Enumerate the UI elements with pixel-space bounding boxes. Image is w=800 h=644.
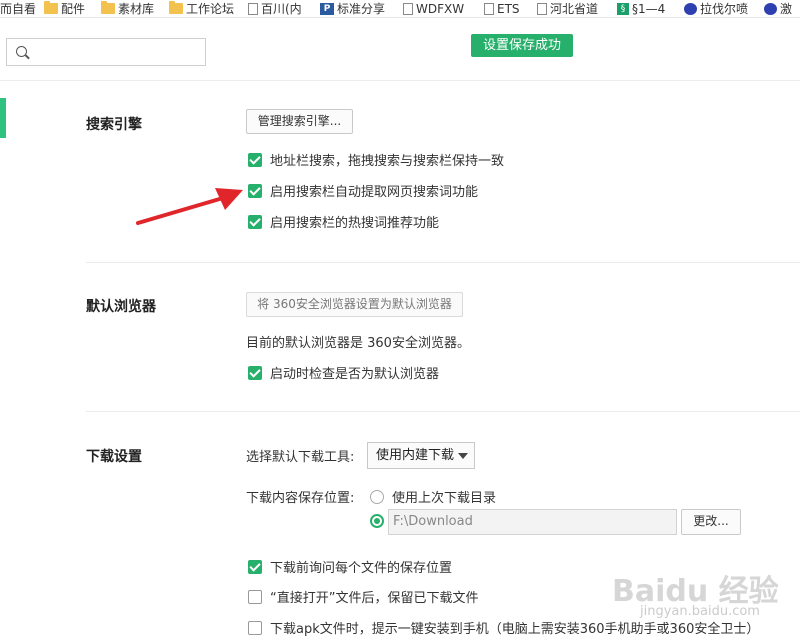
option-ask-save-location[interactable]: 下载前询问每个文件的保存位置 [248,557,452,576]
bookmark-item[interactable]: 拉伐尔喷 [684,0,748,17]
bookmark-label: 配件 [61,2,86,16]
option-auto-extract-search-terms[interactable]: 启用搜索栏自动提取网页搜索词功能 [248,181,478,200]
download-tool-label: 选择默认下载工具: [246,450,355,465]
paw-icon [764,2,777,15]
checkbox-checked[interactable] [248,365,262,380]
bookmark-label: 拉伐尔喷 [700,2,749,16]
baidu-watermark-url: jingyan.baidu.com [640,604,760,619]
download-location-label: 下载内容保存位置: [246,491,355,506]
default-browser-status: 目前的默认浏览器是 360安全浏览器。 [246,336,470,351]
paw-icon [684,2,697,15]
annotation-arrow-icon [136,188,243,225]
bookmark-item[interactable]: 百川(内 [248,0,302,17]
change-path-button[interactable]: 更改... [681,509,741,535]
bookmark-label: 而自看 [0,2,37,16]
option-address-bar-search[interactable]: 地址栏搜索，拖拽搜索与搜索栏保持一致 [248,150,504,169]
download-path-input[interactable]: F:\Download [388,509,677,535]
page-icon [248,2,258,15]
download-tool-select[interactable]: 使用内建下载 [367,442,475,469]
settings-search-input[interactable] [6,38,206,66]
folder-icon [101,1,115,14]
section-divider [86,262,800,263]
bookmark-label: ETS [497,1,520,16]
bookmark-item[interactable]: 素材库 [101,0,154,17]
section-title-download: 下载设置 [86,449,142,465]
folder-icon [169,1,183,14]
option-label: 启用搜索栏自动提取网页搜索词功能 [270,185,479,200]
option-keep-opened-files[interactable]: “直接打开”文件后，保留已下载文件 [248,587,478,606]
checkbox-checked[interactable] [248,183,262,198]
bookmark-label: 标准分享 [337,2,386,16]
option-label: 下载apk文件时，提示一键安装到手机（电脑上需安装360手机助手或360安全卫士… [270,622,760,637]
section-divider [86,411,800,412]
checkbox-unchecked[interactable] [248,620,262,635]
bookmark-item[interactable]: 激 [764,0,792,17]
option-hot-search-recommend[interactable]: 启用搜索栏的热搜词推荐功能 [248,212,439,231]
chevron-down-icon [458,453,468,459]
option-label: 启动时检查是否为默认浏览器 [270,367,440,382]
option-apk-install-prompt[interactable]: 下载apk文件时，提示一键安装到手机（电脑上需安装360手机助手或360安全卫士… [248,618,759,637]
select-value: 使用内建下载 [376,448,455,463]
header-divider [0,80,800,81]
bookmark-item[interactable]: ETS [484,0,520,17]
option-check-default-on-start[interactable]: 启动时检查是否为默认浏览器 [248,363,439,382]
nav-active-indicator [0,98,6,138]
bookmark-item[interactable]: 工作论坛 [169,0,234,17]
logo-icon: P [320,2,334,15]
bookmark-item[interactable]: 配件 [44,0,85,17]
page-icon [403,2,413,15]
search-icon [16,46,27,57]
checkbox-checked[interactable] [248,559,262,574]
bookmark-item[interactable]: 而自看 [0,0,36,17]
bookmark-item[interactable]: § §1—4 [617,0,665,17]
manage-search-engines-button[interactable]: 管理搜索引擎... [246,109,353,134]
save-success-toast: 设置保存成功 [471,34,573,57]
radio-use-last-dir[interactable]: 使用上次下载目录 [370,487,496,506]
page-icon [537,2,547,15]
bookmark-label: 河北省道 [550,2,599,16]
page-icon [484,2,494,15]
bookmarks-bar: 而自看 配件 素材库 工作论坛 百川(内 P 标准分享 WDFXW ETS 河北省… [0,0,800,18]
section-title-search-engine: 搜索引擎 [86,117,142,133]
option-label: 下载前询问每个文件的保存位置 [270,561,453,576]
bookmark-item[interactable]: 河北省道 [537,0,598,17]
folder-icon [44,1,58,14]
bookmark-label: WDFXW [416,1,465,16]
bookmark-item[interactable]: P 标准分享 [320,0,385,17]
green-icon: § [617,2,629,15]
checkbox-unchecked[interactable] [248,589,262,604]
bookmark-label: 素材库 [118,2,155,16]
set-default-browser-button[interactable]: 将 360安全浏览器设置为默认浏览器 [246,292,463,317]
bookmark-label: §1—4 [632,1,666,16]
radio-selected[interactable] [370,514,384,528]
bookmark-item[interactable]: WDFXW [403,0,464,17]
option-label: 启用搜索栏的热搜词推荐功能 [270,216,440,231]
section-title-default-browser: 默认浏览器 [86,299,156,315]
option-label: 使用上次下载目录 [392,491,497,506]
option-label: “直接打开”文件后，保留已下载文件 [270,591,479,606]
checkbox-checked[interactable] [248,152,262,167]
option-label: 地址栏搜索，拖拽搜索与搜索栏保持一致 [270,154,505,169]
bookmark-label: 激 [780,2,793,16]
radio-custom-dir[interactable] [370,514,384,528]
radio-unselected[interactable] [370,489,384,504]
checkbox-checked[interactable] [248,214,262,229]
bookmark-label: 工作论坛 [186,2,235,16]
bookmark-label: 百川(内 [261,2,302,16]
